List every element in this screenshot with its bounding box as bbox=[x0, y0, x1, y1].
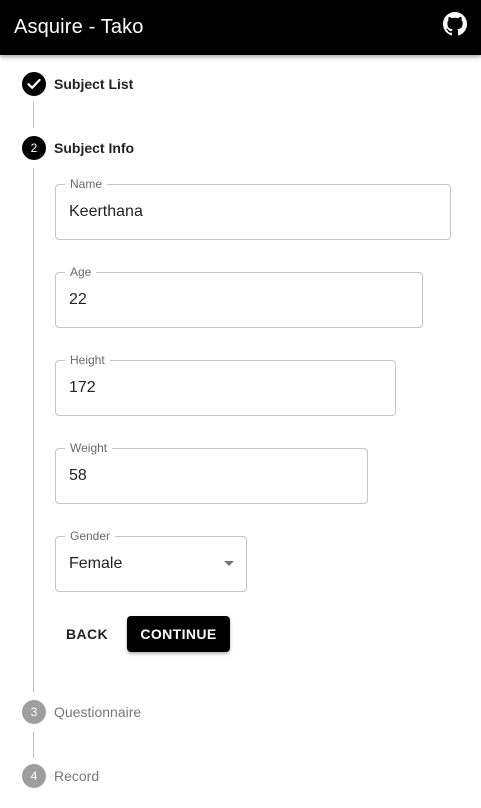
age-field[interactable]: Age 22 bbox=[55, 265, 423, 328]
step-content-line bbox=[33, 168, 34, 692]
step-connector bbox=[33, 732, 34, 758]
step-label-subject-info[interactable]: Subject Info bbox=[54, 138, 134, 158]
back-button[interactable]: Back bbox=[58, 616, 116, 652]
check-icon bbox=[22, 72, 46, 96]
age-value: 22 bbox=[69, 291, 87, 308]
step-label-questionnaire[interactable]: Questionnaire bbox=[54, 702, 141, 722]
age-label: Age bbox=[65, 265, 97, 279]
weight-label: Weight bbox=[65, 441, 113, 455]
app-bar: Asquire - Tako bbox=[0, 0, 481, 55]
caret-down-icon bbox=[224, 561, 234, 566]
step-label-record[interactable]: Record bbox=[54, 766, 99, 786]
continue-button[interactable]: Continue bbox=[127, 616, 230, 652]
gender-label: Gender bbox=[65, 529, 116, 543]
height-value: 172 bbox=[69, 379, 96, 396]
height-label: Height bbox=[65, 353, 110, 367]
step-connector bbox=[33, 102, 34, 128]
step-label-subject-list[interactable]: Subject List bbox=[54, 74, 133, 94]
name-field[interactable]: Name Keerthana bbox=[55, 177, 451, 240]
vertical-stepper: Subject List 2 Subject Info Name Keertha… bbox=[0, 55, 481, 808]
gender-select[interactable]: Gender Female bbox=[55, 529, 247, 592]
app-title: Asquire - Tako bbox=[14, 16, 144, 38]
height-field[interactable]: Height 172 bbox=[55, 353, 396, 416]
github-icon[interactable] bbox=[443, 12, 467, 36]
weight-value: 58 bbox=[69, 467, 87, 484]
name-value: Keerthana bbox=[69, 203, 143, 220]
weight-field[interactable]: Weight 58 bbox=[55, 441, 368, 504]
step-number-2: 2 bbox=[22, 136, 46, 160]
step-number-3: 3 bbox=[22, 700, 46, 724]
gender-value: Female bbox=[69, 555, 123, 572]
step-number-4: 4 bbox=[22, 764, 46, 788]
name-label: Name bbox=[65, 177, 108, 191]
